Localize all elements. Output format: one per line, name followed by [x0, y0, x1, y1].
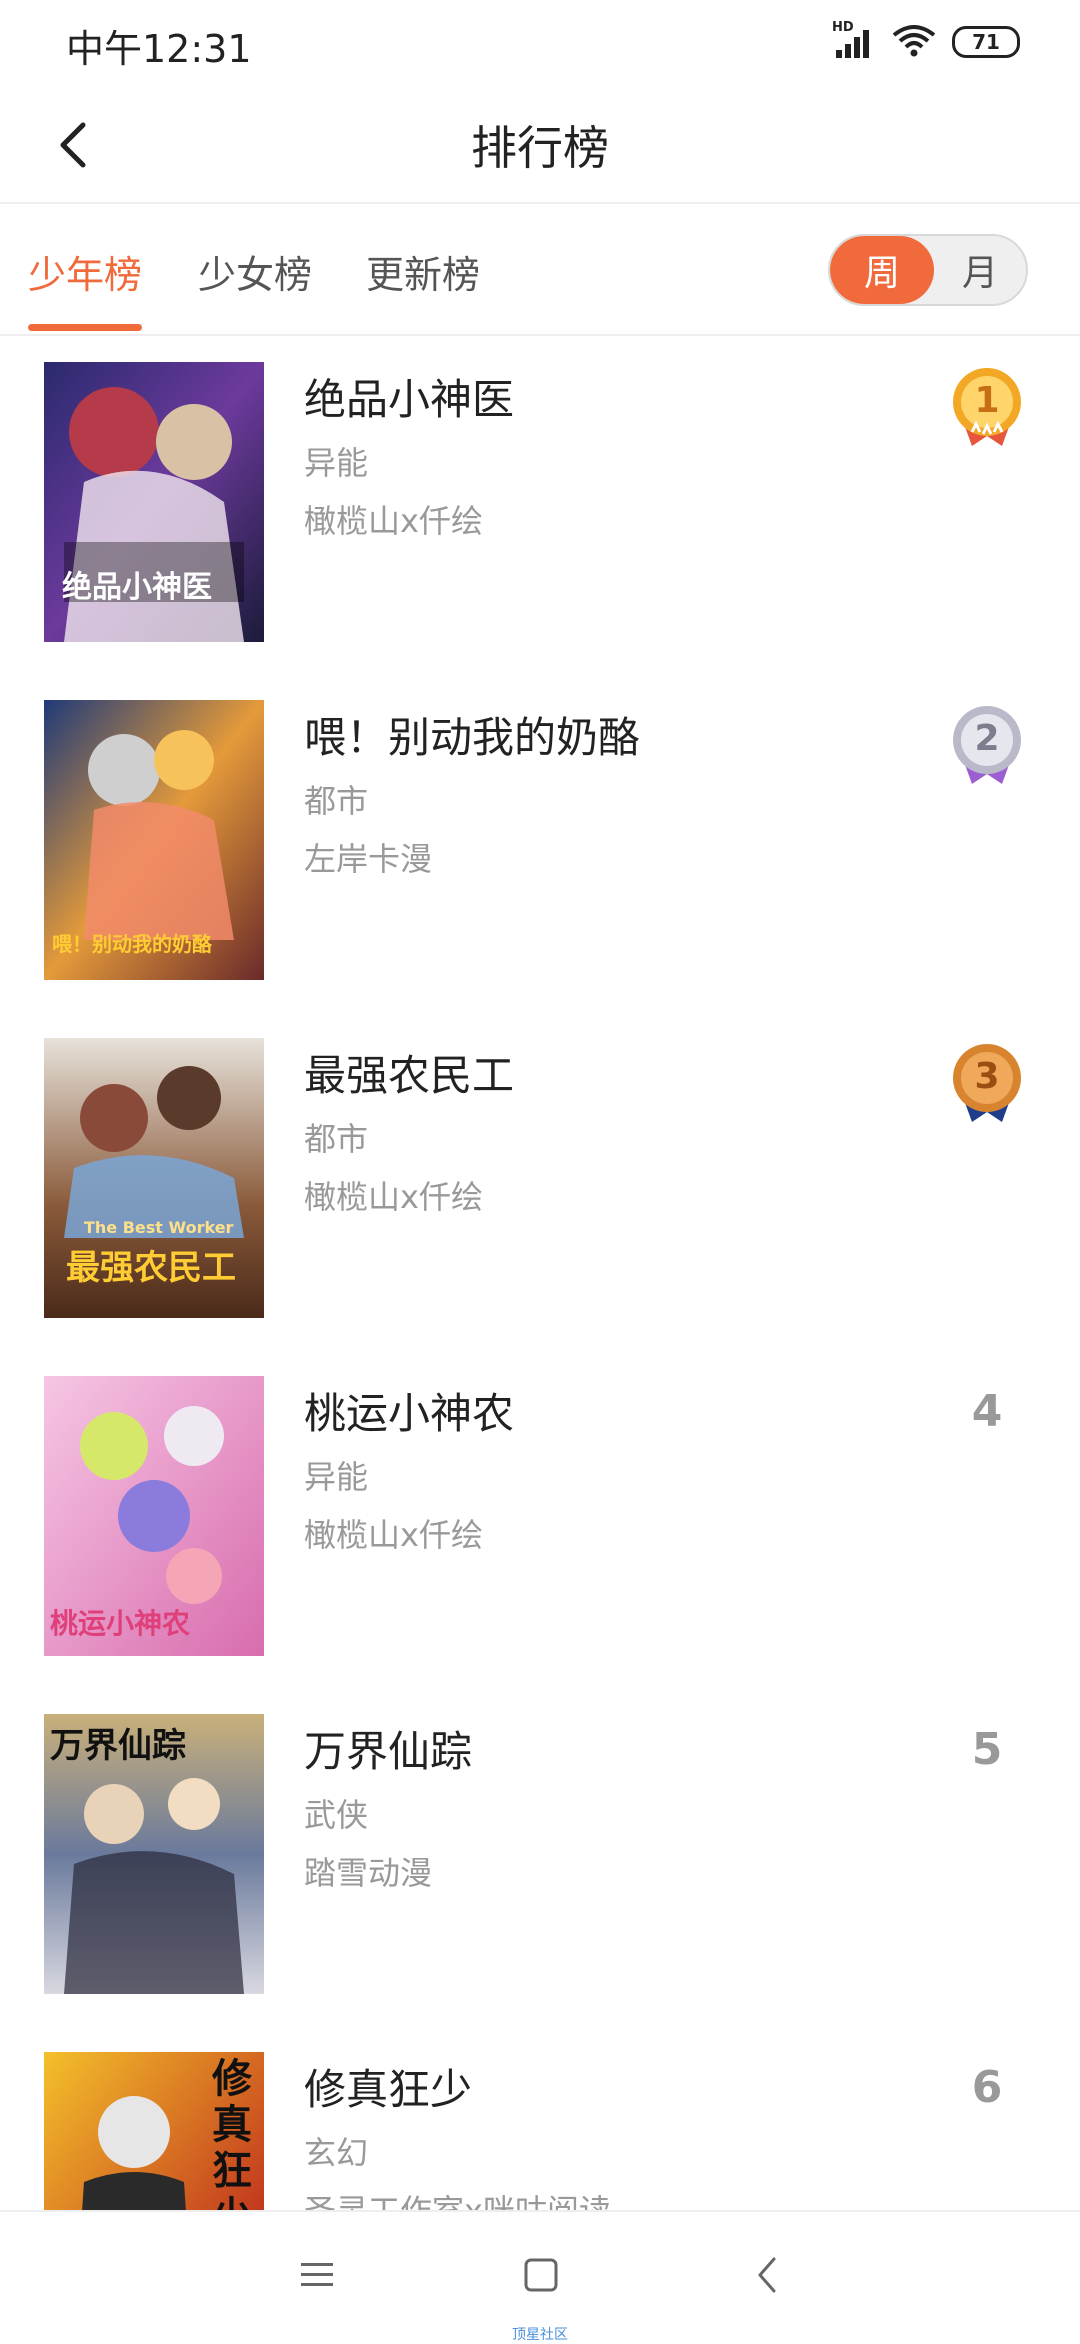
- home-button[interactable]: [506, 2240, 576, 2310]
- comic-title: 最强农民工: [304, 1051, 515, 1100]
- cover-title: 桃运小神农: [50, 1607, 191, 1640]
- comic-title: 修真狂少: [304, 2065, 473, 2114]
- nav-back-button[interactable]: [732, 2240, 802, 2310]
- comic-genre: 都市: [304, 782, 369, 820]
- comic-title: 绝品小神医: [304, 375, 515, 424]
- period-month-button[interactable]: 月: [934, 236, 1026, 304]
- rank-number: 5: [971, 1724, 1003, 1775]
- comic-title: 喂！别动我的奶酪: [304, 713, 641, 762]
- cover-title: 最强农民工: [66, 1248, 236, 1288]
- rank-number: 2: [974, 718, 1000, 759]
- ranking-tabs: 少年榜 少女榜 更新榜 周 月: [0, 204, 1080, 334]
- system-nav-bar: 顶星社区: [0, 2210, 1080, 2343]
- comic-title: 桃运小神农: [304, 1389, 515, 1438]
- silver-medal-icon: 2: [942, 700, 1032, 790]
- comic-title: 万界仙踪: [304, 1727, 473, 1776]
- battery-level: 71: [972, 30, 1000, 54]
- status-time: 中午12:31: [66, 27, 252, 71]
- page-title: 排行榜: [471, 121, 609, 175]
- active-tab-indicator: [28, 324, 142, 331]
- status-bar: 中午12:31 HD 71: [0, 0, 1080, 80]
- watermark-text: 顶星社区: [512, 2327, 568, 2343]
- list-item[interactable]: 修真狂少 修真狂少 玄幻 圣灵工作室x咪咕阅读 6: [0, 2026, 1080, 2210]
- comic-author: 圣灵工作室x咪咕阅读: [304, 2186, 611, 2210]
- comic-cover[interactable]: 万界仙踪: [44, 1714, 264, 1994]
- list-item[interactable]: 桃运小神农 桃运小神农 异能 橄榄山x仟绘 4: [0, 1350, 1080, 1688]
- period-week-button[interactable]: 周: [830, 236, 934, 304]
- signal-icon: HD: [832, 20, 876, 60]
- list-item[interactable]: 绝品小神医 绝品小神医 异能 橄榄山x仟绘 1: [0, 336, 1080, 674]
- tab-shaonv[interactable]: 少女榜: [198, 244, 312, 299]
- comic-cover[interactable]: 绝品小神医: [44, 362, 264, 642]
- comic-author: 踏雪动漫: [304, 1854, 433, 1892]
- comic-genre: 异能: [304, 1458, 369, 1496]
- header: 排行榜: [0, 90, 1080, 202]
- rank-number: 3: [974, 1056, 1000, 1097]
- tab-gengxin[interactable]: 更新榜: [366, 244, 480, 299]
- cover-title: 喂！别动我的奶酪: [52, 932, 212, 956]
- battery-icon: 71: [952, 26, 1020, 58]
- cover-title: 万界仙踪: [50, 1726, 186, 1766]
- menu-button[interactable]: [282, 2240, 352, 2310]
- ranking-list: 绝品小神医 绝品小神医 异能 橄榄山x仟绘 1 喂！别动我的奶酪 喂！别动我的奶…: [0, 336, 1080, 2210]
- comic-genre: 玄幻: [304, 2134, 369, 2172]
- gold-medal-icon: 1: [942, 362, 1032, 452]
- tab-shaonian[interactable]: 少年榜: [28, 244, 142, 299]
- period-toggle[interactable]: 周 月: [828, 234, 1028, 306]
- comic-author: 橄榄山x仟绘: [304, 502, 483, 540]
- rank-number: 4: [971, 1386, 1003, 1437]
- comic-author: 橄榄山x仟绘: [304, 1516, 483, 1554]
- comic-cover[interactable]: 桃运小神农: [44, 1376, 264, 1656]
- list-item[interactable]: 万界仙踪 万界仙踪 武侠 踏雪动漫 5: [0, 1688, 1080, 2026]
- comic-genre: 武侠: [304, 1796, 369, 1834]
- comic-cover[interactable]: 修真狂少: [44, 2052, 264, 2210]
- cover-subtitle: The Best Worker: [84, 1218, 234, 1237]
- home-square-icon: [524, 2258, 558, 2292]
- comic-author: 橄榄山x仟绘: [304, 1178, 483, 1216]
- cover-title: 修真狂少: [212, 2056, 252, 2210]
- menu-icon: [301, 2263, 333, 2286]
- comic-author: 左岸卡漫: [304, 840, 433, 878]
- list-item[interactable]: 喂！别动我的奶酪 喂！别动我的奶酪 都市 左岸卡漫 2: [0, 674, 1080, 1012]
- rank-number: 1: [974, 380, 1000, 421]
- rank-number: 6: [971, 2062, 1003, 2113]
- comic-cover[interactable]: 喂！别动我的奶酪: [44, 700, 264, 980]
- bronze-medal-icon: 3: [942, 1038, 1032, 1128]
- comic-genre: 异能: [304, 444, 369, 482]
- wifi-icon: [892, 23, 936, 61]
- list-item[interactable]: The Best Worker 最强农民工 最强农民工 都市 橄榄山x仟绘 3: [0, 1012, 1080, 1350]
- status-icons: HD 71: [832, 20, 1020, 62]
- cover-title: 绝品小神医: [62, 570, 212, 605]
- comic-genre: 都市: [304, 1120, 369, 1158]
- chevron-left-icon: [758, 2257, 776, 2293]
- comic-cover[interactable]: The Best Worker 最强农民工: [44, 1038, 264, 1318]
